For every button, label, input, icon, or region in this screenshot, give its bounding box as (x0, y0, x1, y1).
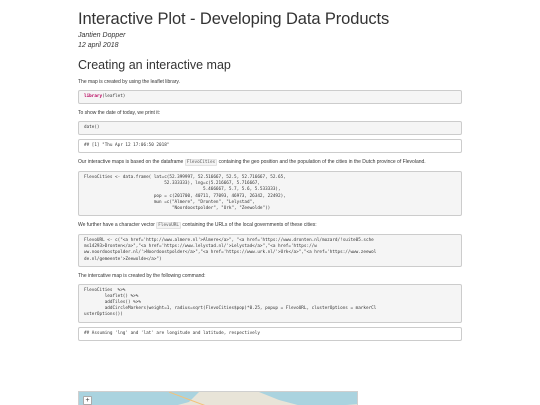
code-line: usterOptions()) (84, 312, 123, 318)
paragraph-date: To show the date of today, we print it: (78, 110, 161, 116)
paragraph-text: Our interactive maps is based on the dat… (78, 159, 184, 166)
paragraph-text: containing the URLs of the local governm… (182, 222, 317, 229)
output-block-assuming: ## Assuming 'lng' and 'lat' are longitud… (78, 326, 462, 341)
paragraph-dataframe: Our interactive maps is based on the dat… (78, 159, 462, 167)
inline-code: FlevoCities (184, 159, 218, 167)
code-block-urls: FlevoURL <- c("<a href='http://www.almer… (78, 234, 462, 267)
code-line: de.nl/gemeente'>Zeewolde</a>") (84, 256, 162, 262)
paragraph-text: We further have a character vector (78, 222, 155, 229)
code-block-dataframe: FlevoCities <- data.frame( lat=c(52.3999… (78, 171, 462, 217)
section-heading: Creating an interactive map (78, 58, 231, 72)
document-date: 12 april 2018 (78, 42, 119, 49)
leaflet-map[interactable]: + (78, 391, 358, 405)
inline-code: FlevoURL (156, 222, 181, 230)
author-name: Jantien Dopper (78, 32, 126, 39)
page-title: Interactive Plot - Developing Data Produ… (78, 10, 390, 28)
document-page: Interactive Plot - Developing Data Produ… (78, 0, 462, 341)
code-keyword: library (84, 93, 103, 99)
code-block-leaflet: FlevoCities %>% leaflet() %>% addTiles()… (78, 283, 462, 323)
code-block-library: library(leaflet) (78, 89, 462, 104)
code-line: "Noordoostpolder", "Urk", "Zeewolde")) (84, 206, 271, 212)
paragraph-text: containing the geo position and the popu… (218, 159, 426, 166)
paragraph-leaflet: The map is created by using the leaflet … (78, 79, 180, 85)
map-tiles[interactable] (79, 392, 358, 405)
zoom-in-button[interactable]: + (83, 396, 92, 405)
code-block-date: date() (78, 120, 462, 135)
code-text: (leaflet) (102, 93, 126, 99)
output-block-date: ## [1] "Thu Apr 12 17:06:50 2018" (78, 139, 462, 154)
paragraph-urls: We further have a character vector Flevo… (78, 222, 462, 230)
paragraph-command: The intercative map is created by the fo… (78, 272, 206, 279)
